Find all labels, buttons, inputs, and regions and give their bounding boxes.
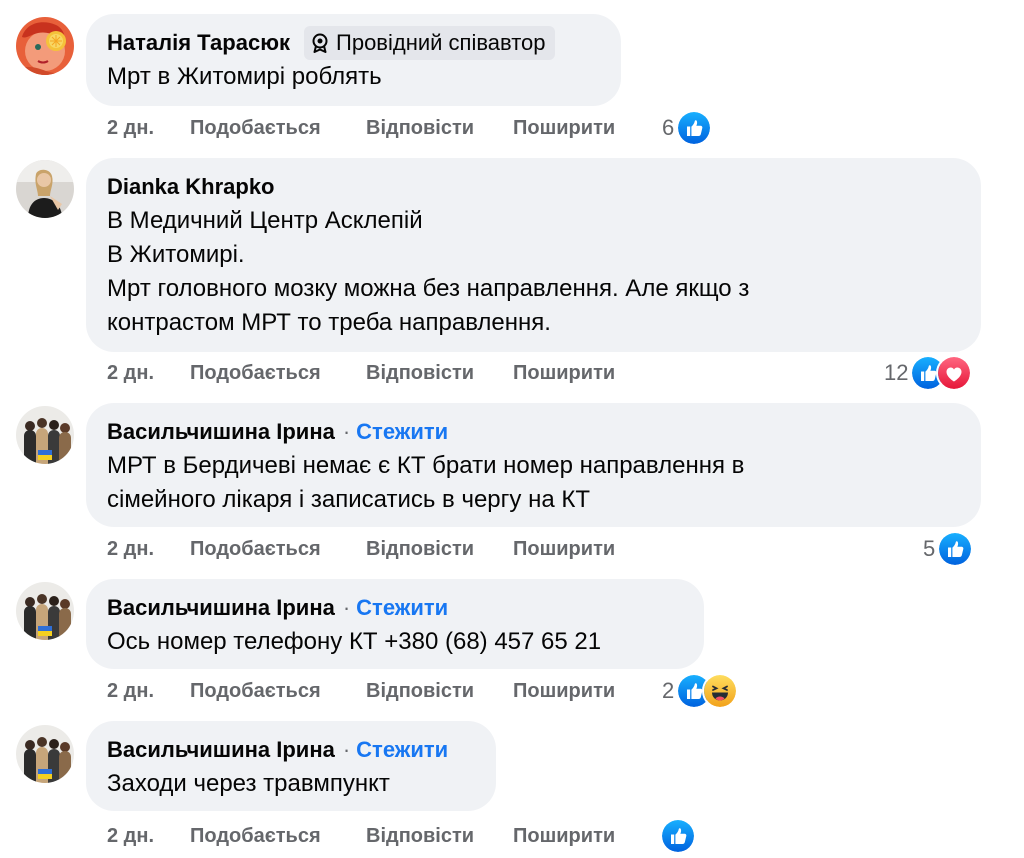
comment-actions: 2 дн. Подобається Відповісти Поширити [107, 671, 615, 711]
like-button[interactable]: Подобається [190, 117, 366, 140]
reply-button[interactable]: Відповісти [366, 362, 513, 385]
like-button[interactable]: Подобається [190, 825, 366, 848]
like-button[interactable]: Подобається [190, 362, 366, 385]
reply-button[interactable]: Відповісти [366, 538, 513, 561]
follow-button[interactable]: Стежити [356, 595, 448, 621]
separator-dot: · [342, 595, 351, 620]
share-button[interactable]: Поширити [513, 117, 615, 140]
reactions[interactable]: 2 [662, 671, 739, 711]
comment-text: Ось номер телефону КТ +380 (68) 457 65 2… [107, 628, 602, 655]
share-button[interactable]: Поширити [513, 680, 615, 703]
comment-bubble: Васильчишина Ірина · Стежити Заходи чере… [86, 721, 496, 811]
like-button[interactable]: Подобається [190, 538, 366, 561]
reactions[interactable]: 5 [923, 529, 974, 569]
timestamp[interactable]: 2 дн. [107, 538, 190, 561]
separator-dot: · [342, 419, 351, 444]
like-icon [660, 818, 696, 854]
top-contributor-badge: Провідний співавтор [304, 26, 555, 60]
reaction-count: 6 [662, 115, 675, 140]
author-name[interactable]: Васильчишина Ірина [107, 419, 335, 445]
author-name[interactable]: Васильчишина Ірина [107, 595, 335, 621]
share-button[interactable]: Поширити [513, 538, 615, 561]
laughing-icon [702, 673, 739, 709]
comment-actions: 2 дн. Подобається Відповісти Поширити [107, 353, 615, 393]
timestamp[interactable]: 2 дн. [107, 825, 190, 848]
author-name[interactable]: Наталія Тарасюк [107, 30, 290, 56]
badge-icon [311, 33, 329, 53]
reply-button[interactable]: Відповісти [366, 680, 513, 703]
author-name[interactable]: Васильчишина Ірина [107, 737, 335, 763]
comment-text: В Медичний Центр Асклепій В Житомирі. Мр… [107, 207, 750, 336]
comment-text: Заходи через травмпункт [107, 770, 390, 797]
author-name[interactable]: Dianka Khrapko [107, 174, 275, 200]
reaction-count: 5 [923, 536, 936, 561]
comment-bubble: Dianka Khrapko В Медичний Центр Асклепій… [86, 158, 981, 352]
avatar[interactable] [16, 725, 74, 783]
comment-actions: 2 дн. Подобається Відповісти Поширити [107, 108, 615, 148]
reply-button[interactable]: Відповісти [366, 825, 513, 848]
comment-bubble: Наталія Тарасюк Провідний співавтор Мрт … [86, 14, 621, 106]
timestamp[interactable]: 2 дн. [107, 117, 190, 140]
avatar[interactable] [16, 160, 74, 218]
like-icon [676, 110, 713, 146]
separator-dot: · [342, 737, 351, 762]
comment-bubble: Васильчишина Ірина · Стежити МРТ в Берди… [86, 403, 981, 527]
comment-text: МРТ в Бердичеві немає є КТ брати номер н… [107, 452, 745, 513]
follow-button[interactable]: Стежити [356, 419, 448, 445]
follow-button[interactable]: Стежити [356, 737, 448, 763]
love-icon [936, 355, 973, 391]
timestamp[interactable]: 2 дн. [107, 362, 190, 385]
reactions[interactable]: 12 [884, 353, 973, 393]
badge-label: Провідний співавтор [336, 30, 546, 55]
timestamp[interactable]: 2 дн. [107, 680, 190, 703]
avatar[interactable] [16, 17, 74, 75]
reaction-count: 12 [884, 360, 909, 385]
share-button[interactable]: Поширити [513, 825, 615, 848]
reactions[interactable] [658, 816, 696, 856]
comment-actions: 2 дн. Подобається Відповісти Поширити [107, 529, 615, 569]
comment-bubble: Васильчишина Ірина · Стежити Ось номер т… [86, 579, 704, 669]
reaction-count: 2 [662, 678, 675, 703]
share-button[interactable]: Поширити [513, 362, 615, 385]
avatar[interactable] [16, 406, 74, 464]
like-button[interactable]: Подобається [190, 680, 366, 703]
like-icon [937, 531, 974, 567]
comment-actions: 2 дн. Подобається Відповісти Поширити [107, 816, 615, 856]
comment-text: Мрт в Житомирі роблять [107, 63, 382, 90]
reply-button[interactable]: Відповісти [366, 117, 513, 140]
reactions[interactable]: 6 [662, 108, 713, 148]
avatar[interactable] [16, 582, 74, 640]
